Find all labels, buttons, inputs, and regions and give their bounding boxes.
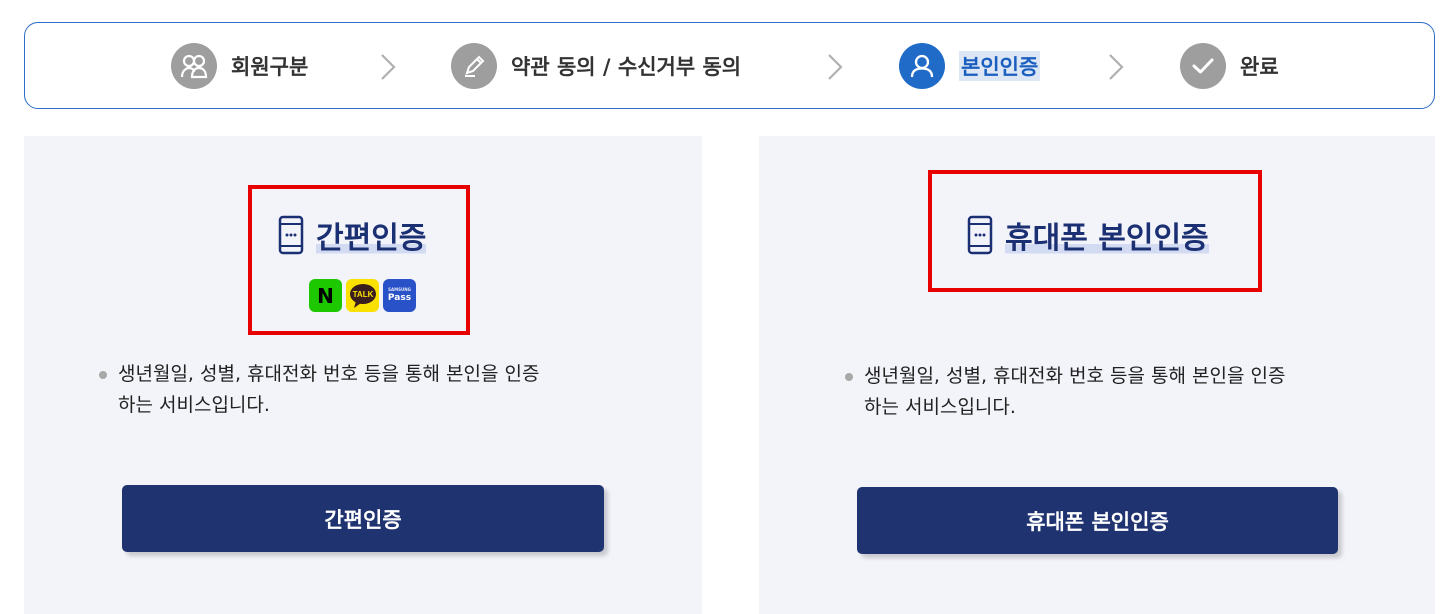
step-label: 회원구분 [231,55,309,79]
chevron-right-icon [1109,54,1124,80]
simple-auth-title: 간편인증 [316,213,427,257]
phone-auth-description: 생년월일, 성별, 휴대전화 번호 등을 통해 본인을 인증 하는 서비스입니다… [845,361,1286,423]
bullet-dot [845,373,853,381]
provider-icons: N TALK SAMSUNG Pass [309,279,416,312]
chevron-right-icon [828,54,843,80]
simple-auth-description: 생년월일, 성별, 휴대전화 번호 등을 통해 본인을 인증 하는 서비스입니다… [99,359,540,421]
phone-auth-button[interactable]: 휴대폰 본인인증 [857,487,1338,554]
check-icon [1180,43,1226,89]
bullet-dot [99,371,107,379]
highlight-box [248,185,470,335]
step-progress-bar: 회원구분 약관 동의 / 수신거부 동의 본인인증 완료 [24,22,1435,109]
mobile-phone-icon [278,215,304,255]
phone-auth-title: 휴대폰 본인인증 [1005,213,1209,257]
simple-auth-button[interactable]: 간편인증 [122,485,604,552]
description-line: 하는 서비스입니다. [118,394,270,416]
step-label: 완료 [1240,55,1279,79]
description-line: 하는 서비스입니다. [864,396,1016,418]
mobile-phone-icon [967,215,993,255]
kakaotalk-icon: TALK [346,279,379,312]
step-label-active: 본인인증 [959,51,1041,81]
kakao-talk-text: TALK [352,290,373,299]
naver-icon: N [309,279,342,312]
simple-auth-panel: 간편인증 N TALK SAMSUNG Pass 생년월일, 성별, 휴대전화 … [24,136,702,614]
pass-icon: SAMSUNG Pass [383,279,416,312]
chevron-right-icon [381,54,396,80]
user-icon [899,43,945,89]
description-line: 생년월일, 성별, 휴대전화 번호 등을 통해 본인을 인증 [864,365,1286,387]
phone-auth-panel: 휴대폰 본인인증 생년월일, 성별, 휴대전화 번호 등을 통해 본인을 인증 … [759,136,1435,614]
step-member-type: 회원구분 [171,43,308,89]
pass-text: Pass [387,293,412,303]
step-complete: 완료 [1180,43,1279,89]
step-terms-agreement: 약관 동의 / 수신거부 동의 [451,43,741,89]
simple-auth-heading: 간편인증 [276,213,427,257]
phone-auth-heading: 휴대폰 본인인증 [965,213,1209,257]
members-icon [171,43,217,89]
step-identity-verification: 본인인증 [899,43,1041,89]
step-label: 약관 동의 / 수신거부 동의 [511,55,742,79]
pass-small-text: SAMSUNG [388,287,411,292]
pencil-icon [451,43,497,89]
description-line: 생년월일, 성별, 휴대전화 번호 등을 통해 본인을 인증 [118,363,540,385]
